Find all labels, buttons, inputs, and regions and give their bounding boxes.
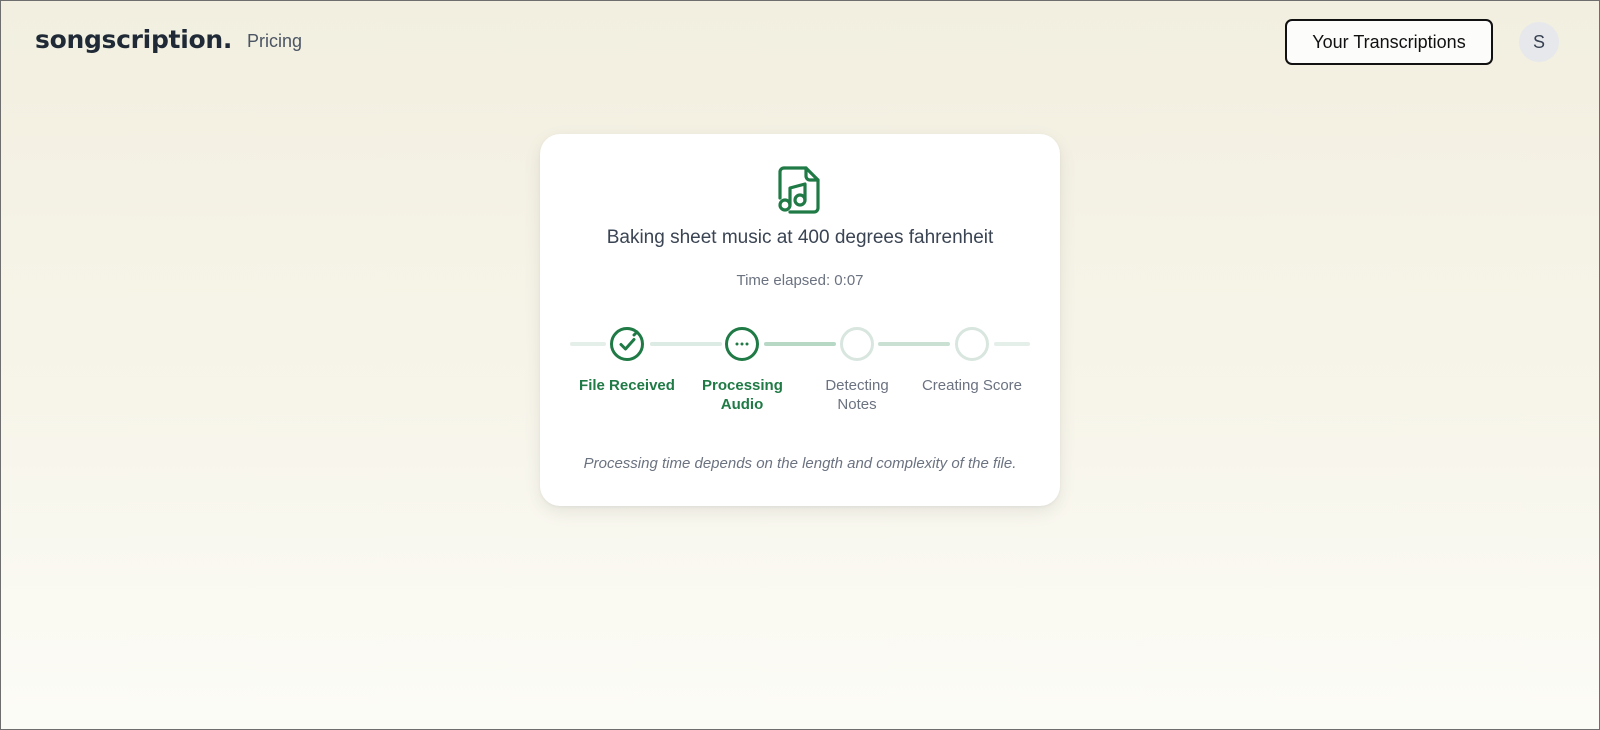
- user-avatar[interactable]: S: [1519, 22, 1559, 62]
- step-label-creating-score: Creating Score: [921, 377, 1023, 394]
- progress-track-1: [650, 342, 722, 346]
- step-3-circle: [840, 327, 874, 361]
- your-transcriptions-button[interactable]: Your Transcriptions: [1285, 19, 1493, 65]
- ellipsis-icon: [735, 342, 749, 346]
- status-headline: Baking sheet music at 400 degrees fahren…: [606, 227, 994, 248]
- step-1-circle: [610, 327, 644, 361]
- step-4-circle: [955, 327, 989, 361]
- time-elapsed: Time elapsed: 0:07: [736, 272, 864, 289]
- step-label-detecting-notes: Detecting Notes: [825, 377, 889, 413]
- processing-footnote: Processing time depends on the length an…: [583, 455, 1017, 472]
- progress-track-end: [994, 342, 1030, 346]
- check-icon: [619, 330, 639, 351]
- nav-link-pricing[interactable]: Pricing: [247, 31, 302, 52]
- top-navigation: songscription. Pricing Your Transcriptio…: [1, 1, 1599, 81]
- music-file-icon: [778, 166, 820, 214]
- processing-card: Baking sheet music at 400 degrees fahren…: [540, 134, 1060, 506]
- progress-track-2: [764, 342, 836, 346]
- progress-track-3: [878, 342, 950, 346]
- progress-track-start: [570, 342, 606, 346]
- step-label-processing-audio: Processing Audio: [702, 377, 783, 413]
- logo[interactable]: songscription.: [35, 25, 232, 54]
- step-2-circle: [725, 327, 759, 361]
- step-label-file-received: File Received: [579, 377, 675, 394]
